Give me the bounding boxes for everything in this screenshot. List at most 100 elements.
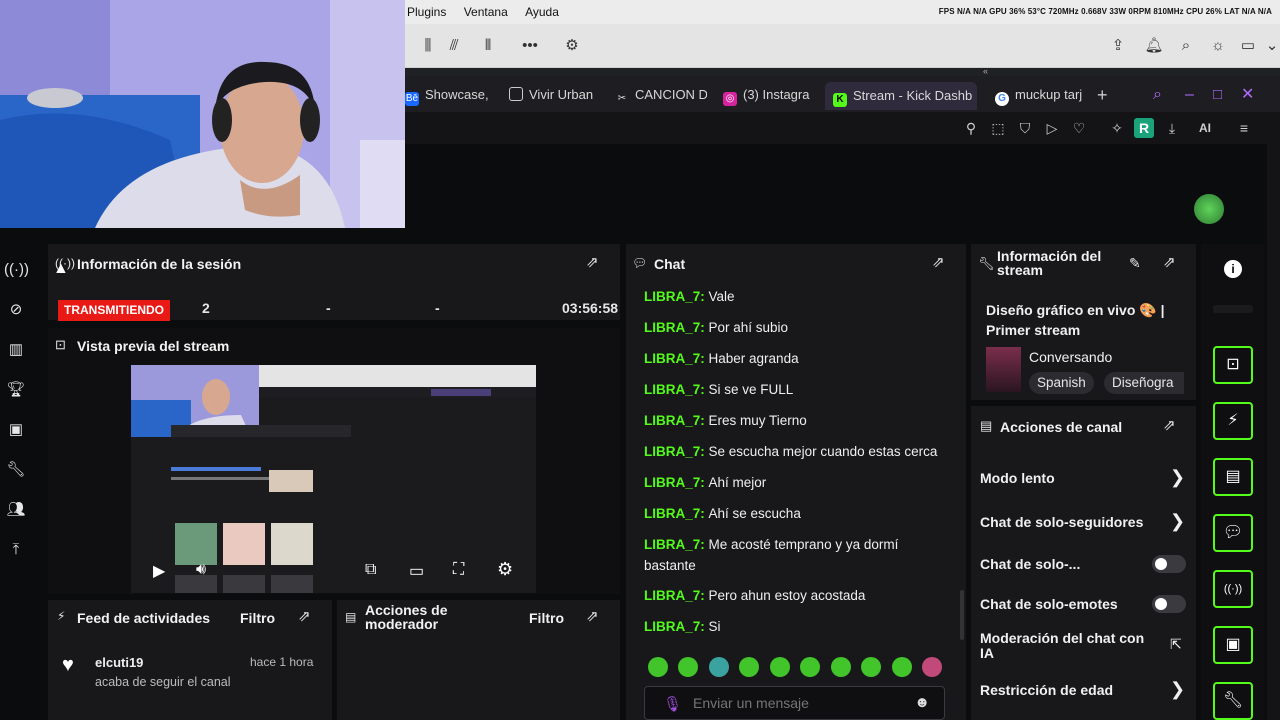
chat-username[interactable]: LIBRA_7	[644, 413, 700, 428]
menu-plugins[interactable]: Plugins	[407, 0, 446, 24]
users-icon[interactable]: 👥︎	[4, 498, 28, 522]
action-slow-mode[interactable]: Modo lento	[980, 470, 1055, 486]
mod-filter-button[interactable]: Filtro	[529, 610, 564, 626]
chat-username[interactable]: LIBRA_7	[644, 320, 700, 335]
theater-icon[interactable]: ▭	[409, 561, 424, 581]
chat-username[interactable]: LIBRA_7	[644, 289, 700, 304]
profile-avatar[interactable]: R	[1134, 118, 1154, 138]
search-tabs-icon[interactable]: ⌕	[1153, 84, 1173, 106]
wrench-icon[interactable]: 🔧︎	[4, 458, 28, 482]
play-button[interactable]: ▶	[153, 561, 165, 581]
screenshot-action-icon[interactable]: ⊡	[1213, 346, 1253, 384]
popout-feed-icon[interactable]: ⇗	[298, 607, 311, 625]
action-age-restriction[interactable]: Restricción de edad	[980, 682, 1113, 698]
align-bottom-icon[interactable]: ⫻	[443, 35, 465, 57]
bell-icon[interactable]: 🔔︎	[1143, 35, 1165, 57]
broadcast-icon[interactable]: ((·))	[4, 258, 29, 282]
link-icon[interactable]: ⊘	[4, 298, 28, 322]
chat-username[interactable]: LIBRA_7	[644, 351, 700, 366]
emoji-icon[interactable]: ☻	[914, 694, 930, 711]
chat-input-box[interactable]: 🎙︎ ☻	[644, 686, 945, 720]
maximize-icon[interactable]: □	[1213, 84, 1231, 106]
feed-user[interactable]: elcuti19	[95, 655, 143, 670]
stream-preview-video[interactable]	[131, 365, 536, 593]
chat-username[interactable]: LIBRA_7	[644, 506, 700, 521]
emote-icon[interactable]	[922, 657, 942, 677]
chat-username[interactable]: LIBRA_7	[644, 444, 700, 459]
tab-showcase[interactable]: Bē Showcase,	[405, 84, 491, 106]
settings-icon[interactable]: ⚙	[497, 559, 513, 580]
ai-button[interactable]: AI	[1191, 118, 1219, 138]
video-icon[interactable]: ▣	[4, 418, 28, 442]
share-icon[interactable]: ⇪	[1107, 35, 1129, 57]
more-icon[interactable]: •••	[519, 35, 541, 57]
chat-username[interactable]: LIBRA_7	[644, 475, 700, 490]
edit-icon[interactable]: ✎	[1129, 255, 1141, 272]
lightning-action-icon[interactable]: ⚡︎	[1213, 402, 1253, 440]
close-icon[interactable]: ✕	[1241, 84, 1259, 106]
play-icon[interactable]: ▷	[1042, 118, 1062, 138]
emotes-only-toggle[interactable]	[1152, 595, 1186, 613]
pin-icon[interactable]: ⚲	[961, 118, 981, 138]
trophy-icon[interactable]: 🏆︎	[4, 378, 28, 402]
popout-session-icon[interactable]: ⇗	[586, 253, 599, 271]
analytics-icon[interactable]: ▥	[4, 338, 28, 362]
chat-input[interactable]	[693, 692, 903, 714]
emote-icon[interactable]	[709, 657, 729, 677]
category-thumbnail[interactable]	[986, 347, 1021, 392]
gear-icon[interactable]: ⚙	[561, 35, 583, 57]
volume-icon[interactable]: 🔊︎	[196, 561, 206, 579]
shield-icon[interactable]: ⛉	[1015, 118, 1035, 138]
external-link-icon[interactable]: ⇱	[1170, 636, 1182, 653]
tab-instagram[interactable]: ◎ (3) Instagra	[723, 84, 815, 106]
popout-info-icon[interactable]: ⇗	[1163, 253, 1176, 271]
microphone-icon[interactable]: 🎙︎	[663, 695, 682, 713]
tab-mockup[interactable]: Gmuckup tarj	[995, 84, 1087, 106]
category-name[interactable]: Conversando	[1029, 349, 1112, 365]
fullscreen-icon[interactable]: ⛶	[453, 561, 464, 579]
chat-username[interactable]: LIBRA_7	[644, 537, 700, 552]
chat-action-icon[interactable]: 💬︎	[1213, 514, 1253, 552]
download-icon[interactable]: ⤓	[1162, 118, 1182, 138]
search-icon[interactable]: ⌕	[1175, 35, 1197, 57]
miniplayer-icon[interactable]: ⧉	[365, 561, 376, 579]
action-followers-only[interactable]: Chat de solo-seguidores	[980, 514, 1143, 530]
page-scrollbar[interactable]	[1267, 112, 1280, 720]
chevron-down-icon[interactable]: ⌄	[1261, 35, 1280, 57]
new-tab-button[interactable]: +	[1097, 84, 1115, 106]
menu-ventana[interactable]: Ventana	[464, 0, 508, 24]
subs-only-toggle[interactable]	[1152, 555, 1186, 573]
user-avatar[interactable]	[1194, 194, 1224, 224]
screenshot-icon[interactable]: ⬚	[988, 118, 1008, 138]
action-ai-moderation[interactable]: Moderación del chat con IA	[980, 631, 1156, 661]
info-icon[interactable]: i	[1224, 260, 1242, 278]
lightbulb-icon[interactable]: ☼	[1207, 35, 1229, 57]
chat-username[interactable]: LIBRA_7	[644, 619, 700, 634]
feed-filter-button[interactable]: Filtro	[240, 610, 275, 626]
popout-mod-icon[interactable]: ⇗	[586, 607, 599, 625]
chat-username[interactable]: LIBRA_7	[644, 588, 700, 603]
distribute-icon[interactable]: ⦀	[477, 35, 499, 57]
collapse-icon[interactable]: «	[983, 66, 988, 76]
wrench-action-icon[interactable]: 🔧︎	[1213, 682, 1253, 720]
emote-icon[interactable]	[892, 657, 912, 677]
video-action-icon[interactable]: ▣	[1213, 626, 1253, 664]
extensions-icon[interactable]: ✧	[1107, 118, 1127, 138]
menu-ayuda[interactable]: Ayuda	[525, 0, 559, 24]
popout-actions-icon[interactable]: ⇗	[1163, 416, 1176, 434]
chevron-right-icon[interactable]: ❯	[1170, 679, 1185, 700]
tag-spanish[interactable]: Spanish	[1029, 372, 1094, 394]
popout-chat-icon[interactable]: ⇗	[932, 253, 945, 271]
chat-scrollbar[interactable]	[960, 590, 964, 640]
upload-icon[interactable]: ⤒	[4, 538, 28, 562]
chevron-right-icon[interactable]: ❯	[1170, 467, 1185, 488]
chat-username[interactable]: LIBRA_7	[644, 382, 700, 397]
emote-icon[interactable]	[770, 657, 790, 677]
broadcast-action-icon[interactable]: ((·))	[1213, 570, 1253, 608]
emote-icon[interactable]	[739, 657, 759, 677]
emote-icon[interactable]	[648, 657, 668, 677]
tab-kick-dashboard[interactable]: K Stream - Kick Dashb	[825, 82, 977, 110]
emote-icon[interactable]	[831, 657, 851, 677]
emote-icon[interactable]	[678, 657, 698, 677]
panel-icon[interactable]: ▭	[1237, 35, 1259, 57]
